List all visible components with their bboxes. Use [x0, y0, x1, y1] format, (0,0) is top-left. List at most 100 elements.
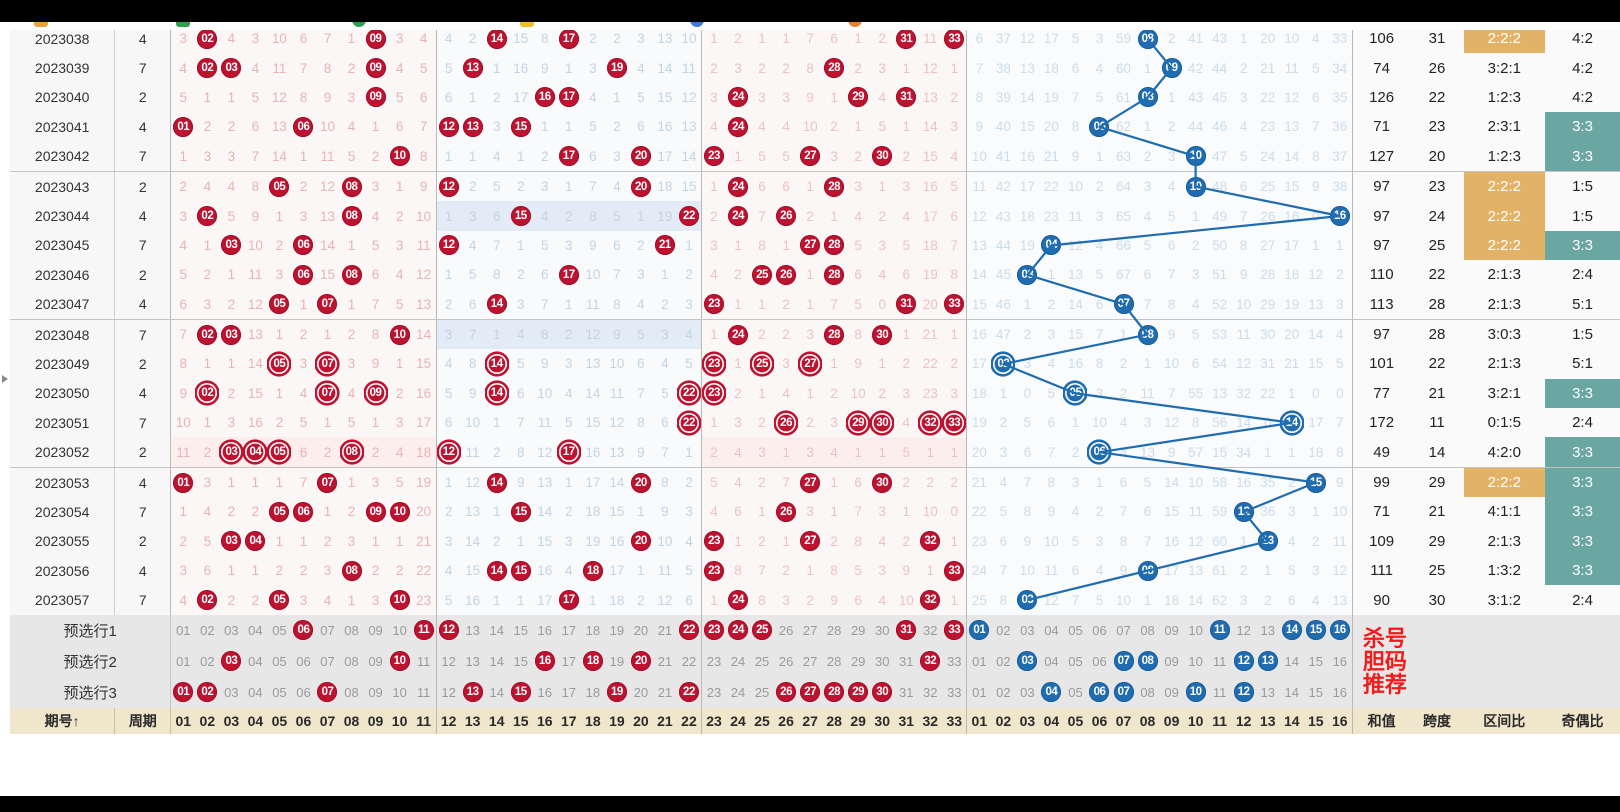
cell-red-27[interactable]: 1: [798, 260, 823, 290]
cell-red-16[interactable]: 4: [532, 201, 557, 231]
cell-blue-02[interactable]: 40: [991, 112, 1016, 142]
cell-red-02[interactable]: 6: [195, 556, 220, 586]
cell-red-15[interactable]: 16: [508, 53, 533, 83]
cell-blue-02[interactable]: 1: [991, 378, 1016, 409]
preselect-blue-12[interactable]: 12: [1231, 614, 1256, 646]
cell-red-10[interactable]: 4: [387, 260, 412, 290]
cell-red-13[interactable]: 12: [460, 467, 485, 498]
cell-red-25[interactable]: 25: [750, 260, 775, 290]
footer-red-10[interactable]: 10: [387, 707, 412, 734]
cell-blue-16[interactable]: 3: [1327, 289, 1353, 320]
cell-blue-05[interactable]: 12: [1063, 230, 1088, 261]
preselect-blue-14[interactable]: 14: [1279, 614, 1304, 646]
cell-blue-11[interactable]: 61: [1207, 556, 1232, 586]
cell-red-21[interactable]: 19: [652, 201, 677, 231]
cell-blue-09[interactable]: 7: [1159, 378, 1184, 409]
cell-red-26[interactable]: 26: [774, 201, 799, 231]
cell-blue-11[interactable]: 46: [1207, 112, 1232, 142]
cell-red-24[interactable]: 24: [726, 82, 751, 113]
preselect-red-02[interactable]: 02: [195, 614, 220, 646]
cell-red-03[interactable]: 03: [219, 526, 244, 557]
cell-red-10[interactable]: 10: [387, 319, 412, 350]
cell-red-23[interactable]: 23: [700, 378, 726, 409]
preselect-red-13[interactable]: 13: [460, 676, 485, 708]
cell-blue-13[interactable]: 1: [1255, 556, 1280, 586]
cell-blue-06[interactable]: 8: [1087, 349, 1112, 379]
cell-blue-05[interactable]: 9: [1063, 141, 1088, 172]
cell-red-31[interactable]: 1: [894, 497, 919, 527]
table-row[interactable]: 2023041 4 01 2 2 6 13 06 10 4 1 6 7 12 13 3 15 1 1 5 2 6 16 13 4…: [10, 112, 1620, 142]
cell-red-02[interactable]: 5: [195, 526, 220, 557]
cell-red-33[interactable]: 5: [942, 171, 967, 202]
cell-red-33[interactable]: 3: [942, 378, 967, 409]
cell-red-10[interactable]: 5: [387, 82, 412, 113]
cell-red-18[interactable]: 13: [580, 349, 605, 379]
footer-blue-05[interactable]: 05: [1063, 707, 1088, 734]
footer-red-26[interactable]: 26: [774, 707, 799, 734]
table-row[interactable]: 2023054 7 1 4 2 2 05 06 1 2 09 10 20 2 13 1 15 14 2 18 15 1 9 3…: [10, 497, 1620, 527]
cell-red-22[interactable]: 14: [676, 141, 702, 172]
cell-red-25[interactable]: 7: [750, 201, 775, 231]
cell-red-13[interactable]: 4: [460, 230, 485, 261]
footer-blue-10[interactable]: 10: [1183, 707, 1208, 734]
cell-red-23[interactable]: 23: [700, 289, 726, 320]
footer-blue-03[interactable]: 03: [1015, 707, 1040, 734]
cell-blue-08[interactable]: 08: [1135, 319, 1160, 350]
cell-red-10[interactable]: 2: [387, 378, 412, 409]
cell-blue-01[interactable]: 15: [966, 289, 992, 320]
cell-blue-14[interactable]: 13: [1279, 112, 1304, 142]
preselect-red-14[interactable]: 14: [484, 645, 509, 677]
preselect-red-01[interactable]: 01: [170, 614, 196, 646]
cell-red-01[interactable]: 10: [170, 408, 196, 438]
cell-red-23[interactable]: 2: [700, 53, 726, 83]
cell-blue-06[interactable]: 2: [1087, 497, 1112, 527]
cell-red-21[interactable]: 2: [652, 289, 677, 320]
cell-red-03[interactable]: 1: [219, 467, 244, 498]
preselect-red-10[interactable]: 10: [387, 676, 412, 708]
cell-red-03[interactable]: 03: [219, 230, 244, 261]
cell-red-02[interactable]: 02: [195, 319, 220, 350]
cell-red-19[interactable]: 5: [604, 201, 629, 231]
icon-multicolor[interactable]: [352, 22, 366, 27]
cell-blue-04[interactable]: 20: [1039, 112, 1064, 142]
cell-red-14[interactable]: 2: [484, 82, 509, 113]
cell-blue-13[interactable]: 35: [1255, 467, 1280, 498]
cell-red-28[interactable]: 28: [822, 260, 847, 290]
cell-red-09[interactable]: 09: [363, 53, 388, 83]
cell-red-10[interactable]: 1: [387, 526, 412, 557]
cell-blue-14[interactable]: 5: [1279, 556, 1304, 586]
cell-red-27[interactable]: 1: [798, 171, 823, 202]
cell-blue-16[interactable]: 1: [1327, 230, 1353, 261]
cell-red-10[interactable]: 2: [387, 201, 412, 231]
cell-red-24[interactable]: 2: [726, 378, 751, 409]
cell-red-30[interactable]: 3: [870, 556, 895, 586]
cell-blue-04[interactable]: 22: [1039, 171, 1064, 202]
preselect-red-06[interactable]: 06: [291, 676, 316, 708]
cell-red-14[interactable]: 1: [484, 319, 509, 350]
preselect-red-04[interactable]: 04: [243, 676, 268, 708]
cell-red-25[interactable]: 2: [750, 319, 775, 350]
cell-blue-03[interactable]: 9: [1015, 526, 1040, 557]
cell-red-15[interactable]: 3: [508, 289, 533, 320]
cell-red-22[interactable]: 15: [676, 171, 702, 202]
cell-red-23[interactable]: 23: [700, 556, 726, 586]
cell-red-24[interactable]: 1: [726, 526, 751, 557]
cell-red-03[interactable]: 2: [219, 112, 244, 142]
preselect-red-09[interactable]: 09: [363, 676, 388, 708]
cell-red-23[interactable]: 3: [700, 230, 726, 261]
cell-blue-09[interactable]: 12: [1159, 408, 1184, 438]
cell-blue-05[interactable]: 14: [1063, 289, 1088, 320]
cell-red-24[interactable]: 6: [726, 497, 751, 527]
preselect-red-07[interactable]: 07: [315, 676, 340, 708]
cell-blue-16[interactable]: 13: [1327, 585, 1353, 615]
cell-blue-05[interactable]: 5: [1063, 526, 1088, 557]
cell-red-18[interactable]: 18: [580, 556, 605, 586]
cell-red-32[interactable]: 18: [918, 230, 943, 261]
cell-blue-03[interactable]: 3: [1015, 349, 1040, 379]
cell-red-12[interactable]: 6: [435, 408, 461, 438]
cell-red-16[interactable]: 3: [532, 171, 557, 202]
footer-red-32[interactable]: 32: [918, 707, 943, 734]
preselect-red-28[interactable]: 28: [822, 645, 847, 677]
cell-red-13[interactable]: 1: [460, 141, 485, 172]
cell-blue-13[interactable]: 22: [1255, 378, 1280, 409]
